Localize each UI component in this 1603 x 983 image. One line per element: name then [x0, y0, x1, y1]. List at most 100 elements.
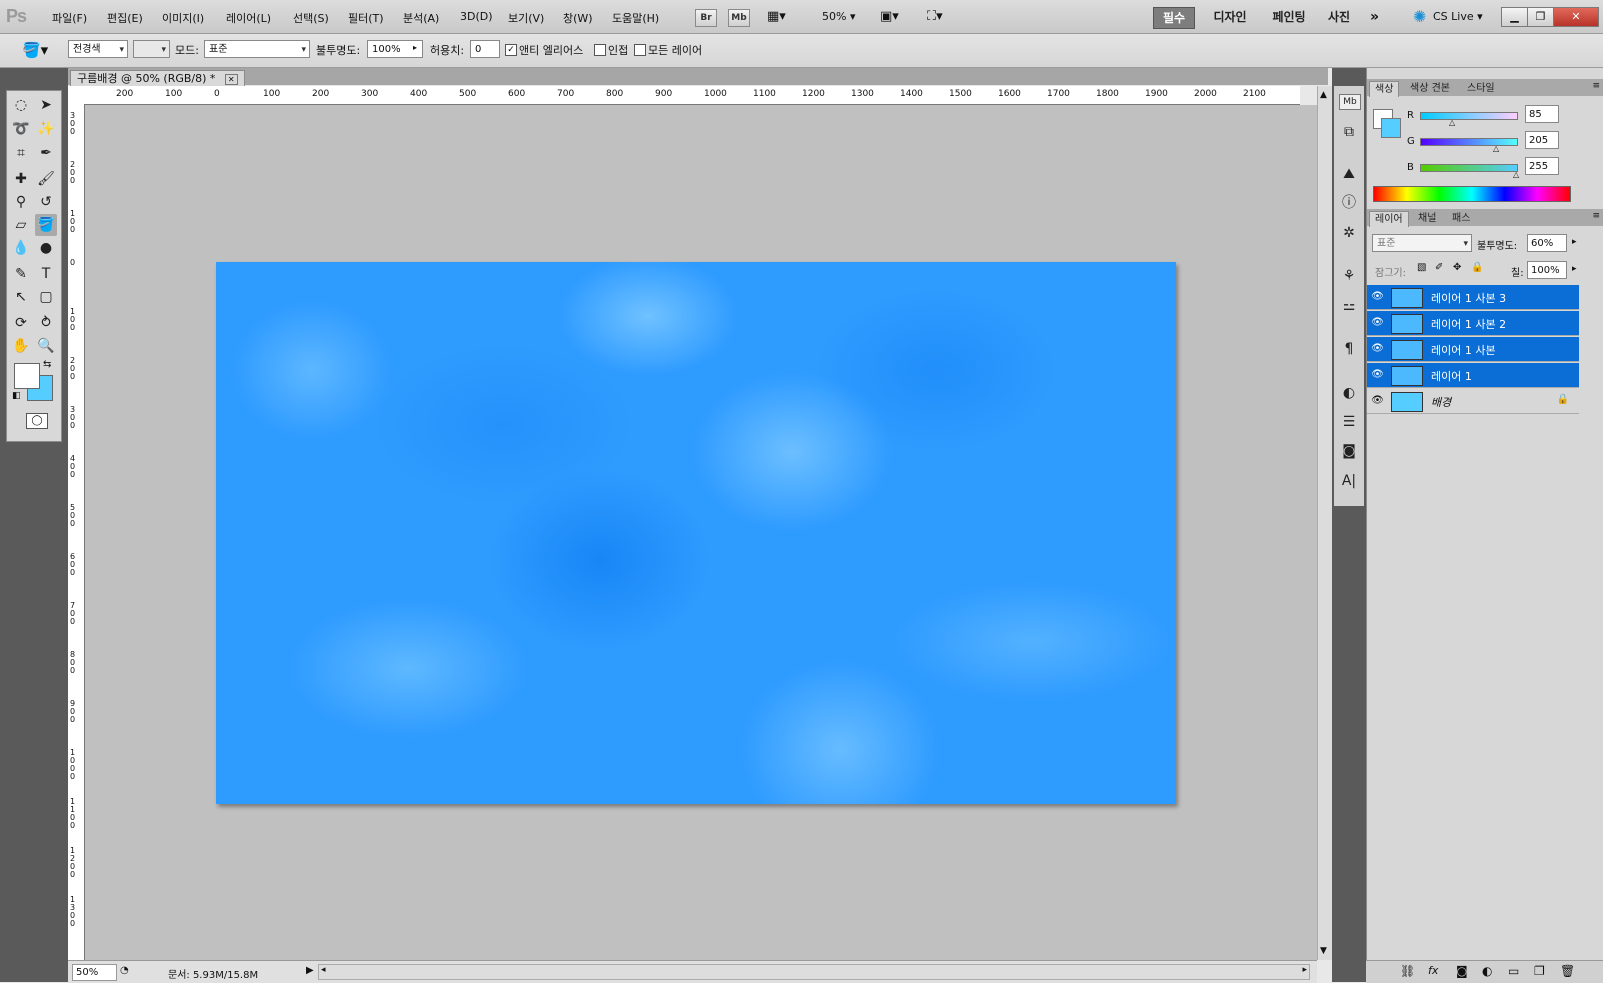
quick-mask-icon[interactable]: ◯	[26, 413, 48, 429]
marquee-tool-icon[interactable]: ◌	[10, 94, 32, 116]
zoom-level-dropdown[interactable]: 50% ▾	[822, 10, 855, 23]
scroll-up-icon[interactable]: ▲	[1320, 90, 1327, 100]
paragraph-panel-icon[interactable]: ¶	[1339, 339, 1359, 359]
visibility-eye-icon[interactable]: 👁	[1371, 317, 1384, 329]
tab-layers[interactable]: 레이어	[1369, 211, 1409, 227]
panel-background-swatch[interactable]	[1381, 118, 1401, 138]
3d-orbit-tool-icon[interactable]: ⥁	[35, 312, 57, 334]
character-panel-icon[interactable]: A|	[1339, 471, 1359, 491]
3d-rotate-tool-icon[interactable]: ⟳	[10, 312, 32, 334]
menu-image[interactable]: 이미지(I)	[162, 10, 204, 26]
r-slider-thumb-icon[interactable]: △	[1449, 118, 1455, 127]
status-zoom-field[interactable]: 50%	[72, 964, 117, 981]
scroll-down-icon[interactable]: ▼	[1320, 946, 1327, 956]
horizontal-scrollbar[interactable]: ◂ ▸	[318, 964, 1310, 980]
tab-styles[interactable]: 스타일	[1462, 81, 1500, 96]
mode-select[interactable]: 표준 ▾	[204, 40, 310, 58]
foreground-color-fill[interactable]	[14, 363, 40, 389]
mini-bridge-button[interactable]: Mb	[728, 9, 750, 27]
tab-paths[interactable]: 패스	[1447, 211, 1475, 226]
trash-icon[interactable]: 🗑	[1560, 964, 1575, 978]
contiguous-checkbox[interactable]	[594, 44, 606, 56]
scroll-left-icon[interactable]: ◂	[321, 965, 326, 975]
layer-row[interactable]: 👁 레이어 1	[1367, 363, 1579, 388]
shape-tool-icon[interactable]: ▢	[35, 286, 57, 308]
more-workspaces-icon[interactable]: »	[1370, 9, 1379, 25]
fill-arrow-icon[interactable]: ▸	[1572, 264, 1577, 274]
layer-row-background[interactable]: 👁 배경 🔒	[1367, 389, 1579, 414]
view-extras-icon[interactable]: ▦▾	[767, 9, 786, 24]
tab-color[interactable]: 색상	[1369, 81, 1400, 97]
pattern-picker[interactable]: ▾	[133, 40, 170, 58]
g-slider[interactable]	[1420, 138, 1518, 146]
fill-input[interactable]: 100%	[1527, 261, 1567, 279]
new-layer-icon[interactable]: ❐	[1534, 964, 1545, 978]
path-selection-tool-icon[interactable]: ↖	[10, 286, 32, 308]
eraser-tool-icon[interactable]: ▱	[10, 214, 32, 236]
mini-bridge-panel-icon[interactable]: Mb	[1339, 94, 1361, 110]
layer-row[interactable]: 👁 레이어 1 사본 3	[1367, 285, 1579, 310]
bridge-button[interactable]: Br	[695, 9, 717, 27]
clone-stamp-tool-icon[interactable]: ⚲	[10, 191, 32, 213]
fx-icon[interactable]: fx	[1428, 964, 1438, 977]
menu-3d[interactable]: 3D(D)	[460, 10, 493, 23]
adjustment-icon[interactable]: ◐	[1482, 964, 1492, 978]
vertical-scrollbar[interactable]: ▲ ▼	[1317, 86, 1332, 960]
antialias-checkbox[interactable]: ✓	[505, 44, 517, 56]
channels-panel-icon[interactable]: ◙	[1339, 441, 1359, 461]
visibility-eye-icon[interactable]: 👁	[1371, 343, 1384, 355]
g-input[interactable]: 205	[1525, 131, 1559, 149]
zoom-tool-icon[interactable]: 🔍	[35, 335, 57, 357]
workspace-essentials[interactable]: 필수	[1153, 7, 1195, 29]
navigator-panel-icon[interactable]: ⛰	[1339, 164, 1359, 184]
cs-live-menu[interactable]: CS Live ▾	[1433, 10, 1483, 23]
magic-wand-tool-icon[interactable]: ✨	[35, 118, 57, 140]
b-input[interactable]: 255	[1525, 157, 1559, 175]
lock-position-icon[interactable]: ✥	[1453, 262, 1461, 273]
visibility-eye-icon[interactable]: 👁	[1371, 291, 1384, 303]
brush-panel-icon[interactable]: ⚘	[1339, 266, 1359, 286]
document-canvas-clouds[interactable]	[216, 262, 1176, 804]
layer-opacity-input[interactable]: 60%	[1527, 234, 1567, 252]
opacity-slider-arrow-icon[interactable]: ▸	[413, 43, 417, 52]
lock-transparency-icon[interactable]: ▧	[1417, 262, 1426, 273]
history-brush-tool-icon[interactable]: ↺	[35, 191, 57, 213]
status-menu-arrow-icon[interactable]: ▶	[306, 965, 314, 976]
pen-tool-icon[interactable]: ✎	[10, 263, 32, 285]
adjustments-panel-icon[interactable]: ◐	[1339, 383, 1359, 403]
menu-analysis[interactable]: 분석(A)	[403, 10, 439, 26]
paint-bucket-preset-icon[interactable]: 🪣▾	[22, 41, 48, 59]
blur-tool-icon[interactable]: 💧	[10, 237, 32, 259]
menu-view[interactable]: 보기(V)	[508, 10, 544, 26]
close-document-icon[interactable]: ✕	[224, 74, 238, 85]
status-info-icon[interactable]: ◔	[120, 965, 129, 976]
default-colors-icon[interactable]: ◧	[12, 391, 21, 401]
group-icon[interactable]: ▭	[1508, 964, 1519, 978]
clone-source-panel-icon[interactable]: ⚍	[1339, 296, 1359, 316]
history-panel-icon[interactable]: ⧉	[1339, 122, 1359, 142]
menu-edit[interactable]: 편집(E)	[107, 10, 143, 26]
close-button[interactable]: ✕	[1553, 7, 1599, 27]
workspace-painting[interactable]: 페인팅	[1267, 7, 1311, 27]
info-panel-icon[interactable]: ⓘ	[1339, 193, 1359, 213]
layer-opacity-arrow-icon[interactable]: ▸	[1572, 237, 1577, 247]
r-input[interactable]: 85	[1525, 105, 1559, 123]
tolerance-input[interactable]: 0	[470, 40, 500, 58]
link-icon[interactable]: ⛓	[1400, 964, 1415, 978]
document-tab[interactable]: 구름배경 @ 50% (RGB/8) * ✕	[70, 70, 245, 86]
menu-window[interactable]: 창(W)	[563, 10, 593, 26]
workspace-photography[interactable]: 사진	[1322, 7, 1356, 27]
b-slider-thumb-icon[interactable]: △	[1513, 170, 1519, 179]
minimize-button[interactable]: ▁	[1501, 7, 1528, 27]
color-panel-menu-icon[interactable]: ≡	[1592, 81, 1600, 91]
mask-icon[interactable]: ◙	[1456, 964, 1468, 978]
fill-source-select[interactable]: 전경색 ▾	[68, 40, 128, 58]
color-spectrum-ramp[interactable]	[1373, 186, 1571, 202]
layer-row[interactable]: 👁 레이어 1 사본	[1367, 337, 1579, 362]
restore-button[interactable]: ❐	[1527, 7, 1554, 27]
dodge-tool-icon[interactable]: ●	[35, 237, 57, 259]
layers-panel-menu-icon[interactable]: ≡	[1592, 211, 1600, 221]
menu-file[interactable]: 파일(F)	[52, 10, 87, 26]
brush-tool-icon[interactable]: 🖌	[35, 168, 57, 190]
lasso-tool-icon[interactable]: ➰	[10, 118, 32, 140]
